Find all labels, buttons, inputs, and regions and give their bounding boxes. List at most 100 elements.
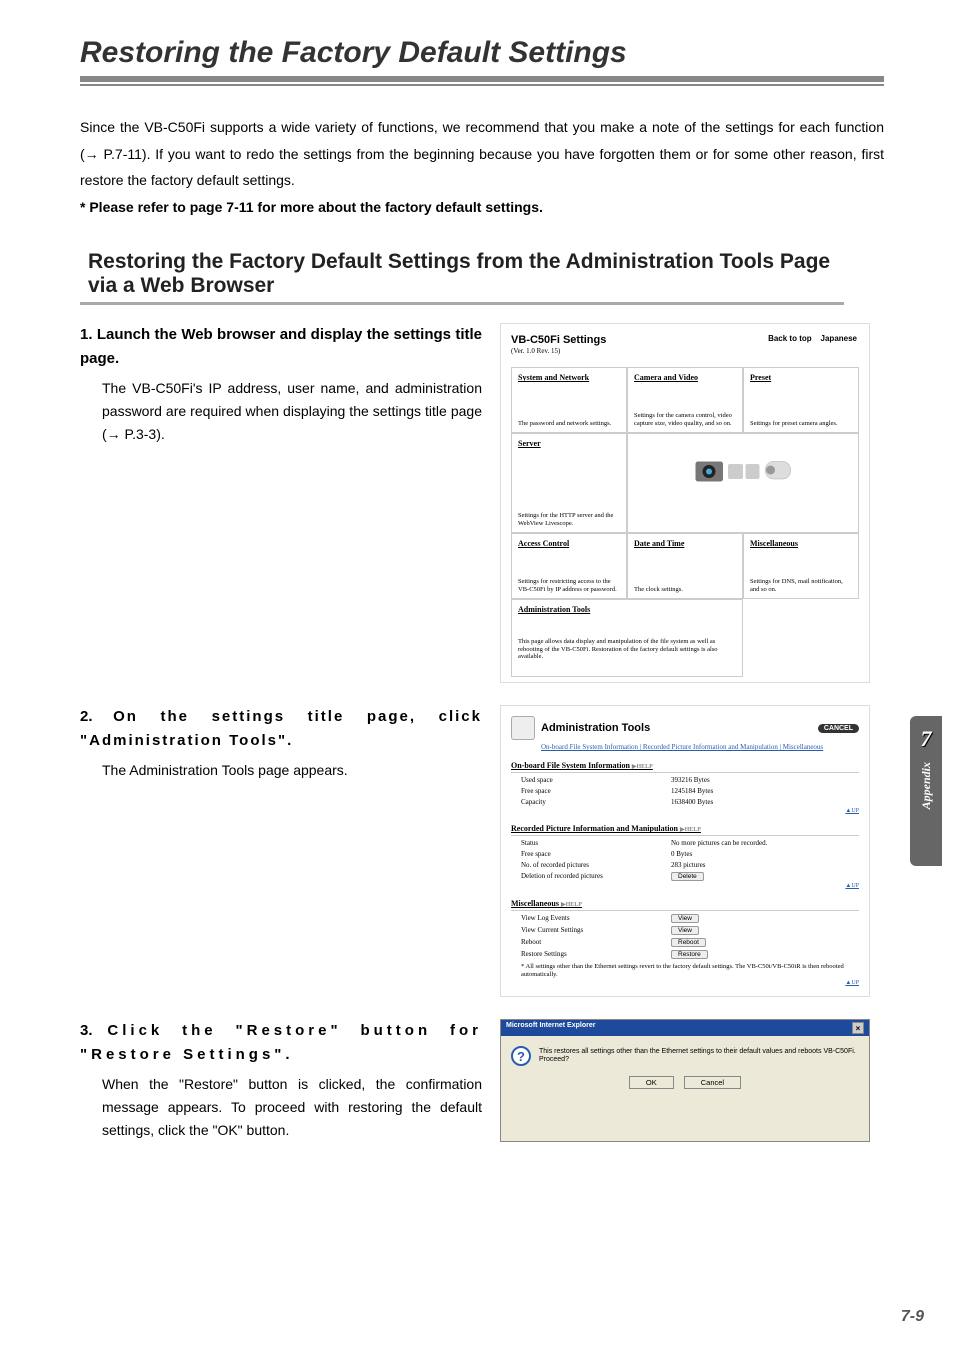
settings-page-screenshot: VB-C50Fi Settings (Ver. 1.0 Rev. 15) Bac… [500,323,870,683]
table-row: Free space0 Bytes [511,850,859,858]
cell-desc: Settings for preset camera angles. [750,420,852,428]
close-icon[interactable]: × [852,1022,864,1034]
page-title: Restoring the Factory Default Settings [80,36,884,70]
title-rule-thin [80,84,884,86]
row-key: Restore Settings [521,950,671,959]
title-rule-thick [80,76,884,82]
step-2-title: 2. On the settings title page, click "Ad… [80,705,482,752]
cell-desc: Settings for DNS, mail notification, and… [750,578,852,594]
cell-desc: Settings for the HTTP server and the Web… [518,512,620,528]
step-1-heading: Launch the Web browser and display the s… [80,326,482,366]
cell-title: System and Network [518,373,620,382]
row-value: 0 Bytes [671,850,692,858]
step-3-heading: Click the "Restore" button for "Restore … [80,1022,482,1062]
section-misc-title: Miscellaneous [511,899,559,908]
camera-icon [693,444,793,494]
row-value: 393216 Bytes [671,776,710,784]
table-row: StatusNo more pictures can be recorded. [511,839,859,847]
section-filesystem: On-board File System Information ▶HELP [511,761,859,770]
row-key: Reboot [521,938,671,947]
cell-date-time[interactable]: Date and Time The clock settings. [627,533,743,599]
link-back-to-top[interactable]: Back to top [768,334,812,343]
step-2-heading: On the settings title page, click "Admin… [80,708,482,748]
row-key: Status [521,839,671,847]
row-key: Free space [521,850,671,858]
view-settings-button[interactable]: View [671,926,699,935]
table-row: Deletion of recorded picturesDelete [511,872,859,881]
cell-access-control[interactable]: Access Control Settings for restricting … [511,533,627,599]
step-1-title: 1. Launch the Web browser and display th… [80,323,482,370]
cell-title: Miscellaneous [750,539,852,548]
row-value: 1638400 Bytes [671,798,713,806]
section-misc: Miscellaneous ▶HELP [511,899,859,908]
step-1-figure: VB-C50Fi Settings (Ver. 1.0 Rev. 15) Bac… [500,323,884,683]
cell-admin-tools[interactable]: Administration Tools This page allows da… [511,599,743,677]
dialog-body: ? This restores all settings other than … [501,1036,869,1103]
cell-title: Server [518,439,620,448]
cell-miscellaneous[interactable]: Miscellaneous Settings for DNS, mail not… [743,533,859,599]
step-2-body: The Administration Tools page appears. [80,759,482,782]
chapter-number: 7 [921,726,932,752]
cell-desc: Settings for the camera control, video c… [634,412,736,428]
step-1-number: 1. [80,326,93,343]
step-2-figure: Administration Tools CANCEL On-board Fil… [500,705,884,997]
step-3-number: 3. [80,1022,93,1039]
step-2-number: 2. [80,708,93,725]
table-row: No. of recorded pictures283 pictures [511,861,859,869]
chapter-label: Appendix [919,762,934,809]
row-key: View Log Events [521,914,671,923]
step-3: 3. Click the "Restore" button for "Resto… [80,1019,884,1142]
reboot-button[interactable]: Reboot [671,938,706,947]
table-row: Capacity1638400 Bytes [511,798,859,806]
admin-tools-title: Administration Tools [541,722,650,734]
cell-title: Camera and Video [634,373,736,382]
step-1-body: The VB-C50Fi's IP address, user name, an… [80,377,482,446]
steps-container: 1. Launch the Web browser and display th… [80,323,884,1142]
cell-title: Preset [750,373,852,382]
step-1: 1. Launch the Web browser and display th… [80,323,884,683]
cell-system-network[interactable]: System and Network The password and netw… [511,367,627,433]
restore-button[interactable]: Restore [671,950,708,959]
help-link[interactable]: ▶HELP [680,827,701,833]
row-key: No. of recorded pictures [521,861,671,869]
cell-title: Date and Time [634,539,736,548]
cancel-button[interactable]: CANCEL [818,724,859,733]
admin-tools-links[interactable]: On-board File System Information | Recor… [541,743,859,751]
step-2: 2. On the settings title page, click "Ad… [80,705,884,997]
view-log-button[interactable]: View [671,914,699,923]
settings-shot-version: (Ver. 1.0 Rev. 15) [511,347,859,355]
intro-note: * Please refer to page 7-11 for more abo… [80,199,543,215]
row-value: No more pictures can be recorded. [671,839,767,847]
dialog-message: This restores all settings other than th… [539,1048,859,1065]
up-link[interactable]: ▲UP [511,883,859,889]
dialog-cancel-button[interactable]: Cancel [684,1076,741,1089]
page-number: 7-9 [901,1308,924,1326]
intro-text: Since the VB-C50Fi supports a wide varie… [80,119,884,188]
section-subheading: Restoring the Factory Default Settings f… [80,250,844,305]
help-link[interactable]: ▶HELP [561,902,582,908]
cell-camera-image [627,433,859,533]
row-key: View Current Settings [521,926,671,935]
up-link[interactable]: ▲UP [511,980,859,986]
section-recorded: Recorded Picture Information and Manipul… [511,824,859,833]
section-filesystem-title: On-board File System Information [511,761,630,770]
section-recorded-title: Recorded Picture Information and Manipul… [511,824,678,833]
step-3-figure: Microsoft Internet Explorer × ? This res… [500,1019,884,1142]
help-link[interactable]: ▶HELP [632,764,653,770]
cell-camera-video[interactable]: Camera and Video Settings for the camera… [627,367,743,433]
step-3-title: 3. Click the "Restore" button for "Resto… [80,1019,482,1066]
step-1-text: 1. Launch the Web browser and display th… [80,323,500,683]
cell-server[interactable]: Server Settings for the HTTP server and … [511,433,627,533]
dialog-titlebar: Microsoft Internet Explorer × [501,1020,869,1036]
settings-grid: System and Network The password and netw… [511,367,859,599]
dialog-ok-button[interactable]: OK [629,1076,674,1089]
delete-button[interactable]: Delete [671,872,704,881]
step-3-body: When the "Restore" button is clicked, th… [80,1073,482,1142]
question-icon: ? [511,1046,531,1066]
admin-tools-screenshot: Administration Tools CANCEL On-board Fil… [500,705,870,997]
link-japanese[interactable]: Japanese [821,334,857,343]
restore-note: * All settings other than the Ethernet s… [511,963,859,978]
chapter-side-tab: 7 Appendix [910,716,942,866]
up-link[interactable]: ▲UP [511,808,859,814]
cell-preset[interactable]: Preset Settings for preset camera angles… [743,367,859,433]
